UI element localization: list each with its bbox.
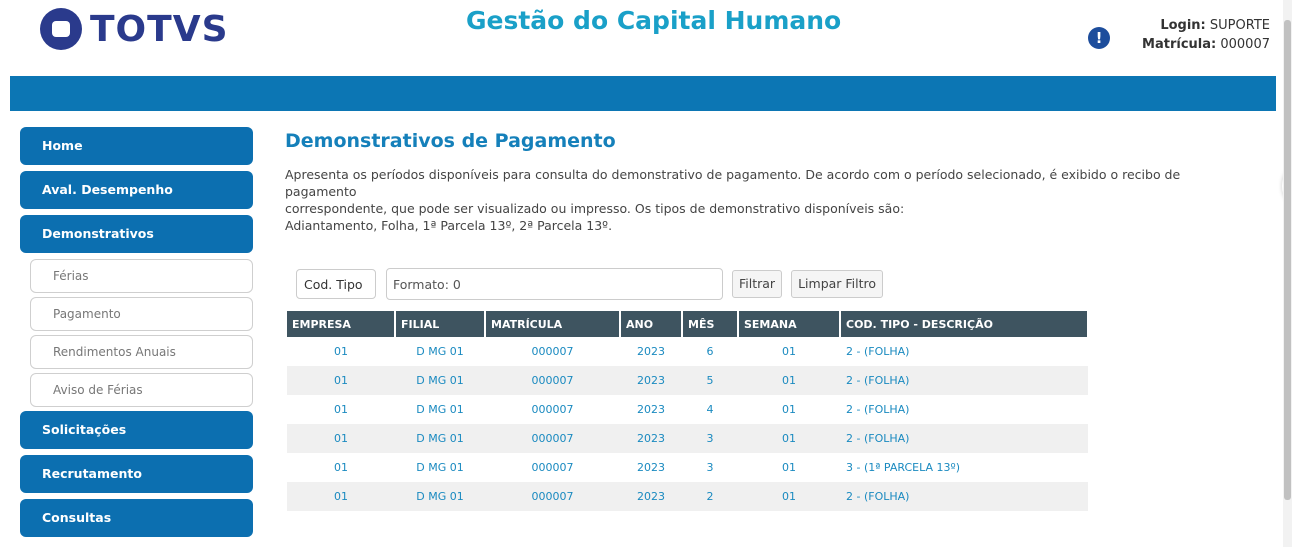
app-title: Gestão do Capital Humano [466,6,842,35]
sidebar-subitem-pagamento[interactable]: Pagamento [30,297,253,331]
sidebar-subitem-aviso-de-ferias[interactable]: Aviso de Férias [30,373,253,407]
matricula-value: 000007 [1220,37,1270,52]
login-label: Login: [1160,18,1206,33]
cell-cod-tipo[interactable]: 2 - (FOLHA) [840,395,1088,424]
cell-matricula[interactable]: 000007 [485,395,620,424]
cell-filial[interactable]: D MG 01 [395,482,485,511]
page-title: Demonstrativos de Pagamento [285,130,616,152]
sidebar-item-aval-desempenho[interactable]: Aval. Desempenho [20,171,253,209]
column-header-semana[interactable]: SEMANA [738,311,841,337]
cell-matricula[interactable]: 000007 [485,337,620,366]
page-scrollbar[interactable] [1283,0,1292,547]
filter-button[interactable]: Filtrar [732,270,783,298]
payslip-table: EMPRESA FILIAL MATRÍCULA ANO MÊS SEMANA … [287,311,1089,511]
login-value: SUPORTE [1209,18,1270,33]
sidebar-subitem-ferias[interactable]: Férias [30,259,253,293]
description-line: correspondente, que pode ser visualizado… [285,201,905,216]
cell-mes[interactable]: 4 [682,395,738,424]
cell-empresa[interactable]: 01 [287,482,395,511]
cell-ano[interactable]: 2023 [620,453,682,482]
cell-filial[interactable]: D MG 01 [395,395,485,424]
clear-filter-button[interactable]: Limpar Filtro [791,270,884,298]
table-row[interactable]: 01 D MG 01 000007 2023 4 01 2 - (FOLHA) [287,395,1088,424]
cod-tipo-select[interactable]: Cod. Tipo [296,269,376,318]
cell-cod-tipo[interactable]: 2 - (FOLHA) [840,424,1088,453]
cell-semana[interactable]: 01 [738,337,840,366]
cell-ano[interactable]: 2023 [620,482,682,511]
cell-ano[interactable]: 2023 [620,366,682,395]
cell-semana[interactable]: 01 [738,453,840,482]
totvs-logo[interactable]: TOTVS [40,8,229,50]
sidebar-item-solicitacoes[interactable]: Solicitações [20,411,253,449]
column-header-empresa[interactable]: EMPRESA [287,311,396,337]
cell-empresa[interactable]: 01 [287,337,395,366]
cell-cod-tipo[interactable]: 2 - (FOLHA) [840,482,1088,511]
sidebar-item-recrutamento[interactable]: Recrutamento [20,455,253,493]
cell-mes[interactable]: 5 [682,366,738,395]
totvs-logo-icon [40,8,82,50]
column-header-mes[interactable]: MÊS [682,311,739,337]
select-value: Cod. Tipo [304,277,363,292]
cell-empresa[interactable]: 01 [287,424,395,453]
cell-semana[interactable]: 01 [738,395,840,424]
cell-filial[interactable]: D MG 01 [395,366,485,395]
column-header-matricula[interactable]: MATRÍCULA [485,311,621,337]
main-content: Demonstrativos de Pagamento Apresenta os… [285,130,1225,511]
filter-bar: Cod. Tipo Formato: 0 Filtrar Limpar Filt… [296,268,884,318]
page-description: Apresenta os períodos disponíveis para c… [285,166,1215,234]
table-row[interactable]: 01 D MG 01 000007 2023 5 01 2 - (FOLHA) [287,366,1088,395]
cell-filial[interactable]: D MG 01 [395,337,485,366]
cell-empresa[interactable]: 01 [287,395,395,424]
matricula-label: Matrícula: [1142,37,1217,52]
sidebar-item-home[interactable]: Home [20,127,253,165]
logo-text: TOTVS [90,8,229,50]
column-header-cod-tipo[interactable]: COD. TIPO - DESCRIÇÃO [840,311,1089,337]
cell-mes[interactable]: 2 [682,482,738,511]
cell-semana[interactable]: 01 [738,424,840,453]
cell-ano[interactable]: 2023 [620,395,682,424]
cell-semana[interactable]: 01 [738,482,840,511]
cell-matricula[interactable]: 000007 [485,424,620,453]
cell-semana[interactable]: 01 [738,366,840,395]
cell-cod-tipo[interactable]: 2 - (FOLHA) [840,366,1088,395]
cell-empresa[interactable]: 01 [287,453,395,482]
top-nav-bar [10,76,1276,111]
table-row[interactable]: 01 D MG 01 000007 2023 3 01 3 - (1ª PARC… [287,453,1088,482]
cell-filial[interactable]: D MG 01 [395,424,485,453]
sidebar-item-consultas[interactable]: Consultas [20,499,253,537]
cell-matricula[interactable]: 000007 [485,482,620,511]
sidebar: Home Aval. Desempenho Demonstrativos Fér… [20,127,253,543]
login-info: Login: SUPORTE Matrícula: 000007 [1142,16,1270,54]
table-row[interactable]: 01 D MG 01 000007 2023 3 01 2 - (FOLHA) [287,424,1088,453]
cell-ano[interactable]: 2023 [620,424,682,453]
format-filter-input[interactable]: Formato: 0 [386,268,723,300]
sidebar-subitem-rendimentos-anuais[interactable]: Rendimentos Anuais [30,335,253,369]
table-row[interactable]: 01 D MG 01 000007 2023 6 01 2 - (FOLHA) [287,337,1088,366]
cell-matricula[interactable]: 000007 [485,453,620,482]
cell-filial[interactable]: D MG 01 [395,453,485,482]
sidebar-item-demonstrativos[interactable]: Demonstrativos [20,215,253,253]
cell-mes[interactable]: 6 [682,337,738,366]
cell-ano[interactable]: 2023 [620,337,682,366]
table-row[interactable]: 01 D MG 01 000007 2023 2 01 2 - (FOLHA) [287,482,1088,511]
scrollbar-thumb[interactable] [1284,20,1291,500]
cell-mes[interactable]: 3 [682,453,738,482]
alert-icon[interactable]: ! [1088,27,1110,49]
cell-mes[interactable]: 3 [682,424,738,453]
cell-empresa[interactable]: 01 [287,366,395,395]
header: TOTVS Gestão do Capital Humano ! Login: … [0,0,1292,76]
column-header-ano[interactable]: ANO [620,311,683,337]
cell-cod-tipo[interactable]: 2 - (FOLHA) [840,337,1088,366]
cell-matricula[interactable]: 000007 [485,366,620,395]
column-header-filial[interactable]: FILIAL [395,311,486,337]
description-line: Adiantamento, Folha, 1ª Parcela 13º, 2ª … [285,218,613,233]
description-line: Apresenta os períodos disponíveis para c… [285,167,1181,199]
table-header-row: EMPRESA FILIAL MATRÍCULA ANO MÊS SEMANA … [287,311,1089,337]
cell-cod-tipo[interactable]: 3 - (1ª PARCELA 13º) [840,453,1088,482]
